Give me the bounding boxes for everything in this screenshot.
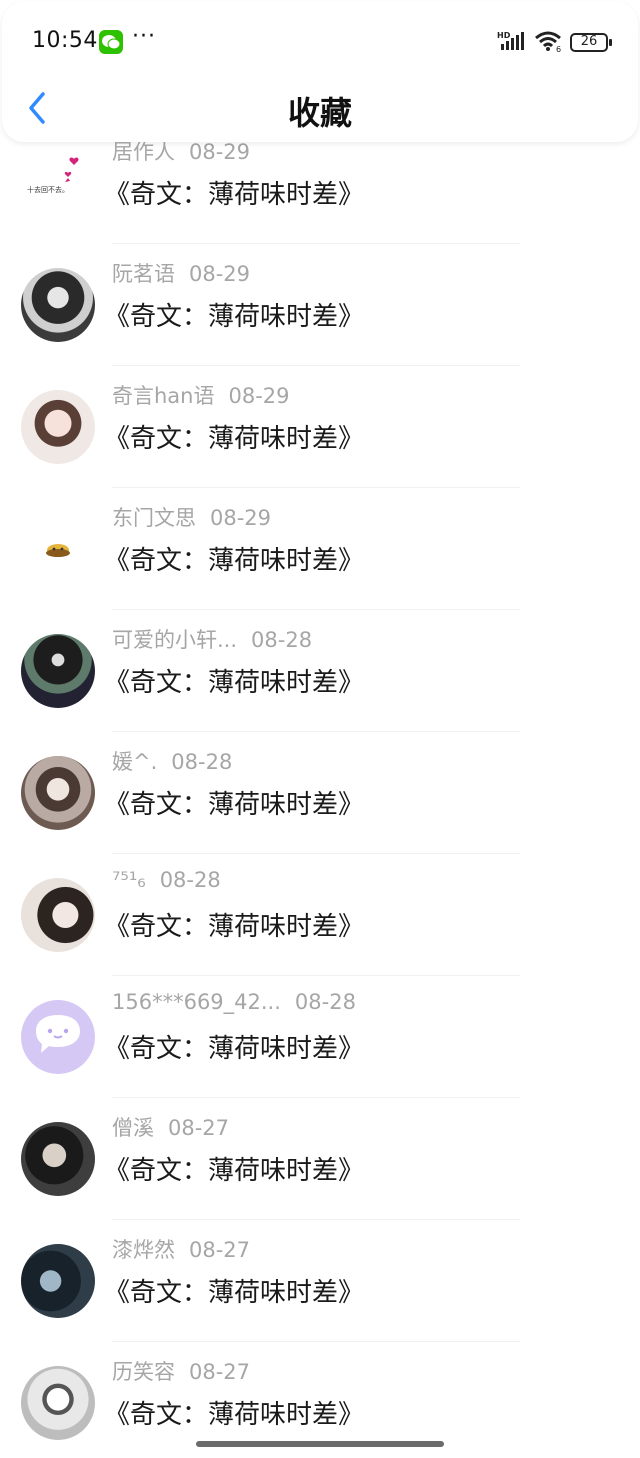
item-title[interactable]: 《奇文：薄荷味时差》 (104, 1150, 364, 1187)
user-name: 漆烨然 (112, 1238, 175, 1262)
battery-icon: 26 (570, 33, 612, 52)
user-name: ⁷⁵¹₆ (112, 868, 146, 892)
list-item[interactable]: 奇言han语 08-29 《奇文：薄荷味时差》 (0, 366, 640, 488)
item-date: 08-27 (189, 1360, 251, 1384)
status-bar: 10:54 ··· HD 6 26 (2, 2, 638, 82)
user-name: 媛^. (112, 750, 158, 774)
list-item[interactable]: 阮茗语 08-29 《奇文：薄荷味时差》 (0, 244, 640, 366)
item-meta: 阮茗语 08-29 (112, 258, 250, 288)
item-date: 08-29 (189, 140, 251, 164)
status-time: 10:54 (32, 28, 98, 53)
item-title[interactable]: 《奇文：薄荷味时差》 (104, 1394, 364, 1431)
svg-text:6: 6 (556, 45, 561, 52)
list-item[interactable]: 漆烨然 08-27 《奇文：薄荷味时差》 (0, 1220, 640, 1342)
avatar[interactable] (21, 1366, 95, 1440)
avatar[interactable] (21, 1244, 95, 1318)
item-title[interactable]: 《奇文：薄荷味时差》 (104, 1272, 364, 1309)
page-title: 收藏 (287, 94, 352, 132)
user-name: 历笑容 (112, 1360, 175, 1384)
avatar[interactable]: 十去回不去。 (21, 146, 95, 220)
user-name: 奇言han语 (112, 384, 215, 408)
list-item[interactable]: 东门文思 08-29 《奇文：薄荷味时差》 (0, 488, 640, 610)
item-title[interactable]: 《奇文：薄荷味时差》 (104, 784, 364, 821)
item-meta: 僧溪 08-27 (112, 1112, 229, 1142)
user-name: 156***669_42... (112, 990, 281, 1014)
list-item[interactable]: 僧溪 08-27 《奇文：薄荷味时差》 (0, 1098, 640, 1220)
user-name: 阮茗语 (112, 262, 175, 286)
home-indicator[interactable] (196, 1441, 444, 1447)
svg-text:十去回不去。: 十去回不去。 (27, 185, 69, 194)
user-name: 居作人 (112, 140, 175, 164)
avatar[interactable] (21, 878, 95, 952)
item-title[interactable]: 《奇文：薄荷味时差》 (104, 418, 364, 455)
item-date: 08-28 (159, 868, 221, 892)
avatar[interactable] (21, 268, 95, 342)
default-avatar-icon (36, 1015, 80, 1053)
item-title[interactable]: 《奇文：薄荷味时差》 (104, 296, 364, 333)
item-meta: ⁷⁵¹₆ 08-28 (112, 868, 221, 892)
item-meta: 媛^. 08-28 (112, 746, 232, 776)
top-bar: 10:54 ··· HD 6 26 收藏 (2, 2, 638, 142)
battery-level: 26 (580, 34, 598, 49)
user-name: 可爱的小轩... (112, 628, 238, 652)
item-title[interactable]: 《奇文：薄荷味时差》 (104, 906, 364, 943)
item-title[interactable]: 《奇文：薄荷味时差》 (104, 174, 364, 211)
list-item[interactable]: 156***669_42... 08-28 《奇文：薄荷味时差》 (0, 976, 640, 1098)
item-date: 08-29 (189, 262, 251, 286)
wifi-icon: 6 (535, 31, 561, 52)
item-date: 08-29 (228, 384, 290, 408)
hd-signal-icon: HD (497, 31, 524, 50)
item-meta: 东门文思 08-29 (112, 502, 271, 532)
list-item[interactable]: ⁷⁵¹₆ 08-28 《奇文：薄荷味时差》 (0, 854, 640, 976)
more-icon: ··· (132, 24, 156, 49)
avatar[interactable] (21, 512, 95, 586)
item-date: 08-27 (189, 1238, 251, 1262)
item-title[interactable]: 《奇文：薄荷味时差》 (104, 662, 364, 699)
avatar[interactable] (21, 1122, 95, 1196)
item-date: 08-28 (251, 628, 313, 652)
item-meta: 奇言han语 08-29 (112, 380, 290, 410)
avatar[interactable] (21, 756, 95, 830)
item-meta: 漆烨然 08-27 (112, 1234, 250, 1264)
list-item[interactable]: 媛^. 08-28 《奇文：薄荷味时差》 (0, 732, 640, 854)
item-meta: 可爱的小轩... 08-28 (112, 624, 312, 654)
user-name: 东门文思 (112, 506, 196, 530)
svg-text:HD: HD (497, 31, 511, 40)
item-meta: 156***669_42... 08-28 (112, 990, 356, 1014)
list-item[interactable]: 可爱的小轩... 08-28 《奇文：薄荷味时差》 (0, 610, 640, 732)
item-meta: 历笑容 08-27 (112, 1356, 250, 1386)
item-date: 08-29 (210, 506, 272, 530)
avatar[interactable] (21, 634, 95, 708)
wechat-icon (99, 30, 123, 54)
item-date: 08-28 (294, 990, 356, 1014)
item-title[interactable]: 《奇文：薄荷味时差》 (104, 1028, 364, 1065)
avatar[interactable] (21, 1000, 95, 1074)
item-title[interactable]: 《奇文：薄荷味时差》 (104, 540, 364, 577)
item-date: 08-27 (168, 1116, 230, 1140)
avatar[interactable] (21, 390, 95, 464)
item-date: 08-28 (171, 750, 233, 774)
user-name: 僧溪 (112, 1116, 154, 1140)
